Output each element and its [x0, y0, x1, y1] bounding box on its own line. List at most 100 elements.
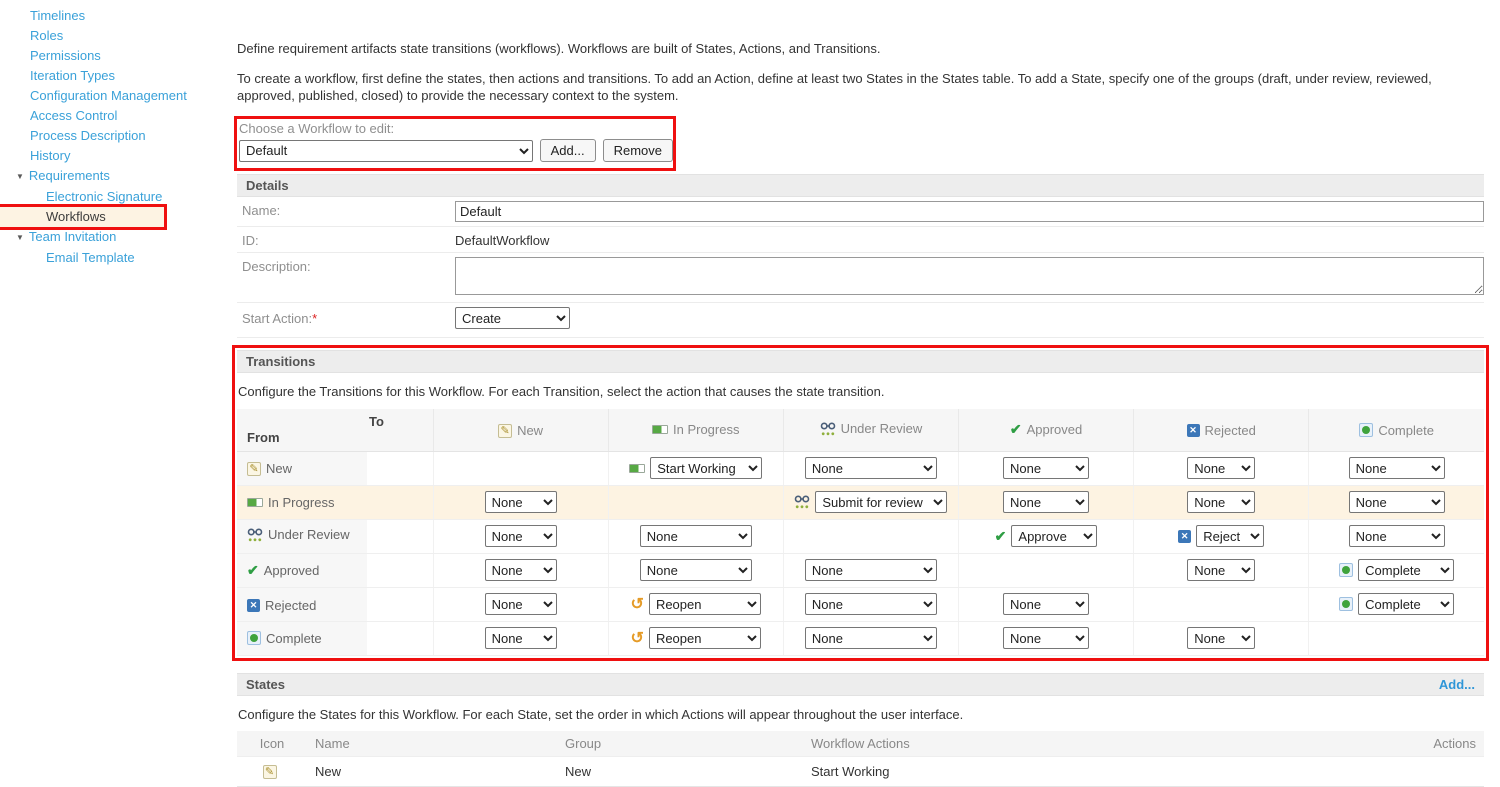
transition-select-rejected-to-new[interactable]: None: [485, 593, 557, 615]
description-field-row: Description:: [237, 253, 1484, 303]
transitions-section-header: Transitions: [237, 350, 1484, 373]
states-col-actions: Actions: [1284, 731, 1484, 757]
add-state-link[interactable]: Add...: [1439, 677, 1475, 692]
transition-select-complete-to-rejected[interactable]: None: [1187, 627, 1255, 649]
sidebar-item-permissions[interactable]: Permissions: [0, 46, 232, 66]
sidebar-item-history[interactable]: History: [0, 146, 232, 166]
in-progress-icon: [247, 498, 263, 507]
name-input[interactable]: [455, 201, 1484, 222]
states-description: Configure the States for this Workflow. …: [238, 706, 1484, 723]
transitions-description: Configure the Transitions for this Workf…: [238, 383, 1484, 400]
id-label: ID:: [242, 231, 455, 248]
sidebar-item-requirements[interactable]: ▼Requirements: [0, 166, 232, 187]
transition-select-approved-to-in-progress[interactable]: None: [640, 559, 752, 581]
sidebar-item-process-description[interactable]: Process Description: [0, 126, 232, 146]
sidebar-item-team-invitation[interactable]: ▼Team Invitation: [0, 227, 232, 248]
states-col-name: Name: [307, 731, 557, 757]
transition-select-new-to-in-progress[interactable]: Start Working: [650, 457, 762, 479]
sidebar-item-configuration-management[interactable]: Configuration Management: [0, 86, 232, 106]
transitions-col-header-under-review: Under Review: [783, 409, 958, 451]
transition-select-approved-to-complete[interactable]: Complete: [1358, 559, 1454, 581]
transitions-row-new: ✎NewStart WorkingNoneNoneNoneNone: [237, 451, 1484, 485]
state-actions: [1284, 756, 1484, 787]
transition-select-complete-to-approved[interactable]: None: [1003, 627, 1089, 649]
settings-sidebar: TimelinesRolesPermissionsIteration Types…: [0, 6, 232, 268]
states-col-workflow-actions: Workflow Actions: [803, 731, 1284, 757]
transition-select-under-review-to-complete[interactable]: None: [1349, 525, 1445, 547]
rejected-icon: ✕: [1187, 424, 1200, 437]
states-section-header: States Add...: [237, 673, 1484, 696]
name-label: Name:: [242, 201, 455, 218]
workflow-chooser: Choose a Workflow to edit: Default Add..…: [237, 119, 673, 168]
transitions-table: FromTo✎NewIn ProgressUnder Review✔Approv…: [237, 409, 1484, 656]
id-field-row: ID: DefaultWorkflow: [237, 227, 1484, 253]
sidebar-item-electronic-signature[interactable]: Electronic Signature: [0, 187, 232, 207]
in-progress-icon: [652, 425, 668, 434]
transition-select-rejected-to-complete[interactable]: Complete: [1358, 593, 1454, 615]
transition-select-new-to-rejected[interactable]: None: [1187, 457, 1255, 479]
rejected-icon: ✕: [247, 599, 260, 612]
transitions-title: Transitions: [246, 354, 315, 369]
transition-select-approved-to-under-review[interactable]: None: [805, 559, 937, 581]
rejected-icon: ✕: [1178, 530, 1191, 543]
transitions-col-header-rejected: ✕Rejected: [1134, 409, 1309, 451]
transition-select-rejected-to-approved[interactable]: None: [1003, 593, 1089, 615]
transition-select-new-to-under-review[interactable]: None: [805, 457, 937, 479]
transition-select-under-review-to-rejected[interactable]: Reject: [1196, 525, 1264, 547]
to-column-label: To: [367, 409, 433, 451]
from-column-label: From: [237, 409, 367, 451]
details-title: Details: [246, 178, 289, 193]
approved-icon: ✔: [247, 562, 259, 579]
new-state-icon: ✎: [263, 765, 277, 779]
transitions-row-under-review: Under ReviewNoneNone✔Approve✕RejectNone: [237, 519, 1484, 553]
state-name: New: [307, 756, 557, 787]
sidebar-item-workflows[interactable]: Workflows: [0, 207, 164, 227]
transitions-col-header-approved: ✔Approved: [958, 409, 1133, 451]
description-textarea[interactable]: [455, 257, 1484, 295]
transition-select-under-review-to-in-progress[interactable]: None: [640, 525, 752, 547]
transition-select-in-progress-to-complete[interactable]: None: [1349, 491, 1445, 513]
transition-select-complete-to-under-review[interactable]: None: [805, 627, 937, 649]
required-asterisk: *: [312, 311, 317, 326]
remove-workflow-button[interactable]: Remove: [603, 139, 673, 162]
description-label: Description:: [242, 257, 455, 274]
under-review-icon: [247, 528, 263, 542]
under-review-icon: [794, 495, 810, 509]
transition-select-approved-to-new[interactable]: None: [485, 559, 557, 581]
states-row-new: ✎ New New Start Working: [237, 756, 1484, 787]
transition-select-rejected-to-under-review[interactable]: None: [805, 593, 937, 615]
transition-select-complete-to-new[interactable]: None: [485, 627, 557, 649]
sidebar-item-email-template[interactable]: Email Template: [0, 248, 232, 268]
in-progress-icon: [629, 464, 645, 473]
details-section-header: Details: [237, 174, 1484, 197]
transition-select-under-review-to-new[interactable]: None: [485, 525, 557, 547]
complete-icon: [1359, 423, 1373, 437]
transition-select-under-review-to-approved[interactable]: Approve: [1011, 525, 1097, 547]
expand-arrow-icon: ▼: [16, 233, 24, 242]
intro-paragraph-2: To create a workflow, first define the s…: [237, 70, 1484, 104]
states-table: Icon Name Group Workflow Actions Actions…: [237, 731, 1484, 787]
transition-select-new-to-complete[interactable]: None: [1349, 457, 1445, 479]
states-col-icon: Icon: [237, 731, 307, 757]
transition-select-new-to-approved[interactable]: None: [1003, 457, 1089, 479]
transition-select-in-progress-to-under-review[interactable]: Submit for review: [815, 491, 947, 513]
complete-icon: [1339, 563, 1353, 577]
transition-select-in-progress-to-rejected[interactable]: None: [1187, 491, 1255, 513]
sidebar-item-roles[interactable]: Roles: [0, 26, 232, 46]
sidebar-item-iteration-types[interactable]: Iteration Types: [0, 66, 232, 86]
add-workflow-button[interactable]: Add...: [540, 139, 596, 162]
sidebar-item-timelines[interactable]: Timelines: [0, 6, 232, 26]
approved-icon: ✔: [995, 528, 1007, 545]
start-action-select[interactable]: Create: [455, 307, 570, 329]
under-review-icon: [820, 422, 836, 436]
transition-select-in-progress-to-new[interactable]: None: [485, 491, 557, 513]
transition-select-approved-to-rejected[interactable]: None: [1187, 559, 1255, 581]
transition-select-in-progress-to-approved[interactable]: None: [1003, 491, 1089, 513]
transition-select-rejected-to-in-progress[interactable]: Reopen: [649, 593, 761, 615]
transition-select-complete-to-in-progress[interactable]: Reopen: [649, 627, 761, 649]
workflow-select[interactable]: Default: [239, 140, 533, 162]
complete-icon: [247, 631, 261, 645]
reopen-icon: ↺: [631, 598, 644, 611]
sidebar-item-access-control[interactable]: Access Control: [0, 106, 232, 126]
name-field-row: Name:: [237, 197, 1484, 227]
